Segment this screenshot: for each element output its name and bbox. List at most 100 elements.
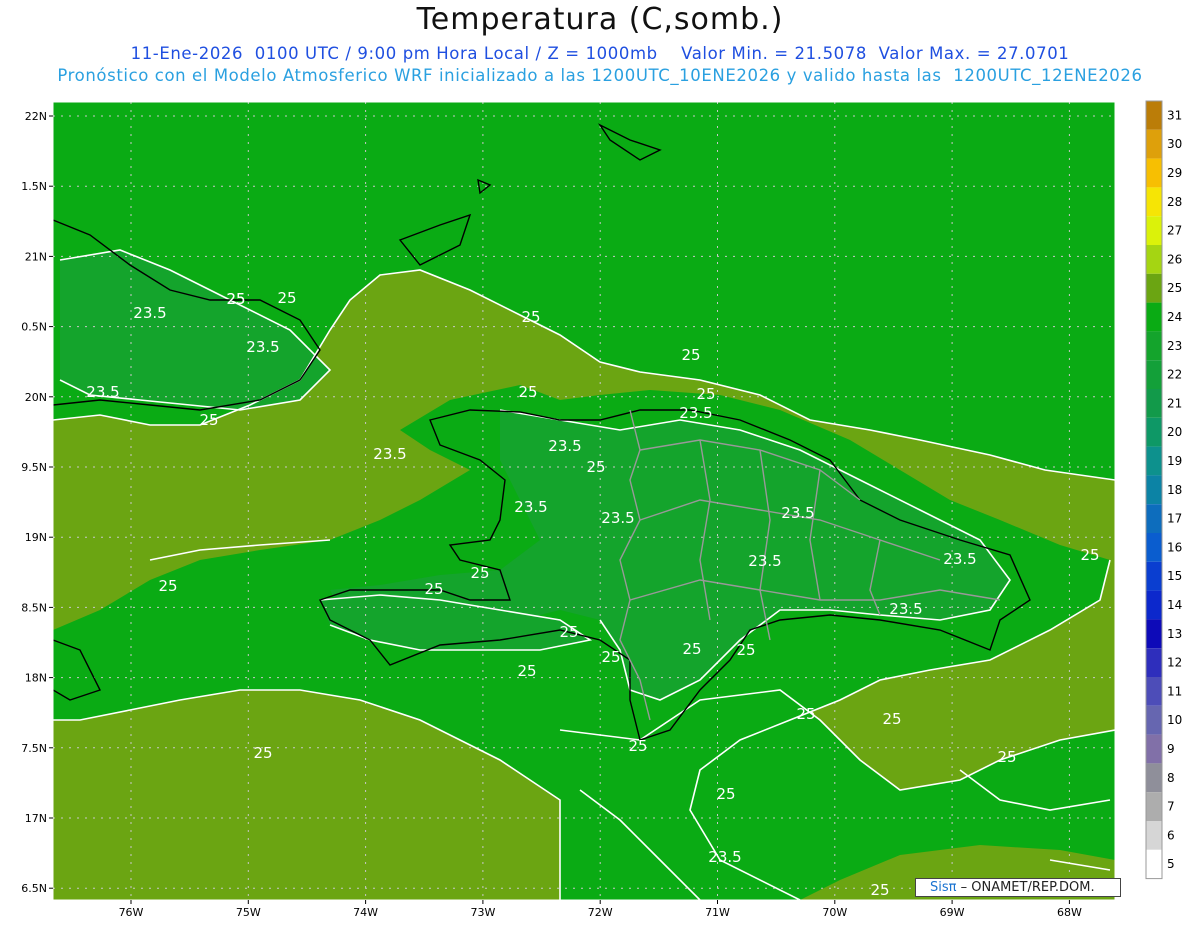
colorbar-label: 10	[1167, 713, 1182, 727]
contour-label: 25	[696, 385, 715, 403]
colorbar-label: 27	[1167, 224, 1182, 238]
contour-label: 25	[559, 623, 578, 641]
longitude-axis: 76W 75W 74W 73W 72W 71W 70W 69W 68W	[119, 900, 1082, 919]
colorbar-label: 22	[1167, 368, 1182, 382]
colorbar-swatch	[1146, 331, 1162, 361]
colorbar-label: 12	[1167, 656, 1182, 670]
lat-label: 6.5N	[21, 882, 47, 895]
colorbar-label: 7	[1167, 800, 1175, 814]
lon-label: 69W	[940, 906, 965, 919]
colorbar-swatch	[1146, 821, 1162, 850]
colorbar-label: 16	[1167, 540, 1182, 554]
credit-box: Sisπ – ONAMET/REP.DOM.	[915, 878, 1121, 897]
contour-label: 23.5	[514, 498, 547, 516]
colorbar-swatch	[1146, 129, 1162, 159]
contour-label: 25	[1080, 546, 1099, 564]
lat-label: 21N	[25, 250, 47, 263]
colorbar-swatch	[1146, 475, 1162, 505]
colorbar-label: 19	[1167, 454, 1182, 468]
sispi-brand: Sisπ	[930, 880, 957, 895]
contour-label: 23.5	[86, 383, 119, 401]
contour-label: 25	[199, 411, 218, 429]
contour-label: 25	[997, 748, 1016, 766]
contour-label: 25	[682, 640, 701, 658]
colorbar-label: 26	[1167, 252, 1182, 266]
contour-label: 25	[518, 383, 537, 401]
colorbar-label: 21	[1167, 396, 1182, 410]
contour-label: 25	[521, 308, 540, 326]
colorbar-label: 31	[1167, 108, 1182, 122]
colorbar-label: 18	[1167, 483, 1182, 497]
colorbar-label: 25	[1167, 281, 1182, 295]
lat-label: 19N	[25, 531, 47, 544]
colorbar-swatch	[1146, 590, 1162, 620]
colorbar-label: 13	[1167, 627, 1182, 641]
contour-label: 25	[870, 881, 889, 899]
temperature-map: 25 2523.523.523.5252525252523.523.523.525…	[21, 100, 1182, 919]
lon-label: 72W	[588, 906, 613, 919]
contour-label: 25	[158, 577, 177, 595]
contour-label: 23.5	[708, 848, 741, 866]
colorbar-swatch	[1146, 648, 1162, 677]
contour-label: 23.5	[133, 304, 166, 322]
contour-label: 23.5	[781, 504, 814, 522]
colorbar-label: 15	[1167, 569, 1182, 583]
colorbar-label: 29	[1167, 166, 1182, 180]
contour-label: 25	[517, 662, 536, 680]
contour-label: 25	[681, 346, 700, 364]
contour-label: 23.5	[679, 404, 712, 422]
colorbar-label: 24	[1167, 310, 1182, 324]
lon-label: 73W	[470, 906, 495, 919]
lat-label: 0.5N	[21, 321, 47, 334]
lat-label: 9.5N	[21, 461, 47, 474]
onamet-credit: – ONAMET/REP.DOM.	[956, 880, 1095, 895]
colorbar-label: 8	[1167, 771, 1175, 785]
colorbar-label: 9	[1167, 742, 1175, 756]
contour-label: 25	[586, 458, 605, 476]
colorbar-swatch	[1146, 245, 1162, 274]
contour-label: 25	[882, 710, 901, 728]
contour-label: 25	[736, 641, 755, 659]
colorbar-swatch	[1146, 705, 1162, 735]
contour-label: 25	[253, 744, 272, 762]
contour-label: 25	[601, 648, 620, 666]
colorbar-label: 6	[1167, 828, 1175, 842]
colorbar-swatch	[1146, 302, 1162, 332]
contour-label: 25	[470, 564, 489, 582]
lat-label: 17N	[25, 812, 47, 825]
latitude-axis: 22N 1.5N 21N 0.5N 20N 9.5N 19N 8.5N 18N 7.5N 17N 6.…	[21, 110, 53, 895]
colorbar-swatch	[1146, 533, 1162, 562]
lon-label: 74W	[353, 906, 378, 919]
colorbar-swatch	[1146, 763, 1162, 793]
colorbar-swatch	[1146, 389, 1162, 418]
lat-label: 8.5N	[21, 601, 47, 614]
contour-label: 25	[628, 737, 647, 755]
lon-label: 71W	[705, 906, 730, 919]
contour-label: 23.5	[373, 445, 406, 463]
lat-label: 1.5N	[21, 180, 47, 193]
lat-label: 20N	[25, 391, 47, 404]
colorbar-swatch	[1146, 446, 1162, 476]
colorbar-label: 17	[1167, 512, 1182, 526]
contour-label: 23.5	[748, 552, 781, 570]
colorbar-label: 23	[1167, 339, 1182, 353]
colorbar-label: 14	[1167, 598, 1182, 612]
colorbar-swatch	[1146, 101, 1162, 130]
contour-label: 25	[796, 705, 815, 723]
lon-label: 70W	[822, 906, 847, 919]
colorbar-swatch	[1146, 273, 1162, 303]
contour-label: 23.5	[548, 437, 581, 455]
colorbar-legend: 31 30 29 28 27 26 25 24 23 22 21 20 19 18 17 16 15 14 13 12…	[1145, 100, 1182, 880]
colorbar-swatch	[1146, 561, 1162, 591]
colorbar-label: 5	[1167, 857, 1175, 871]
colorbar-swatch	[1146, 619, 1162, 649]
lon-label: 76W	[119, 906, 144, 919]
contour-label: 23.5	[601, 509, 634, 527]
contour-label: 25	[277, 289, 296, 307]
colorbar-label: 30	[1167, 137, 1182, 151]
colorbar-swatch	[1146, 677, 1162, 706]
colorbar-swatch	[1146, 360, 1162, 389]
lat-label: 22N	[25, 110, 47, 123]
lat-label: 18N	[25, 672, 47, 685]
colorbar-label: 11	[1167, 684, 1182, 698]
